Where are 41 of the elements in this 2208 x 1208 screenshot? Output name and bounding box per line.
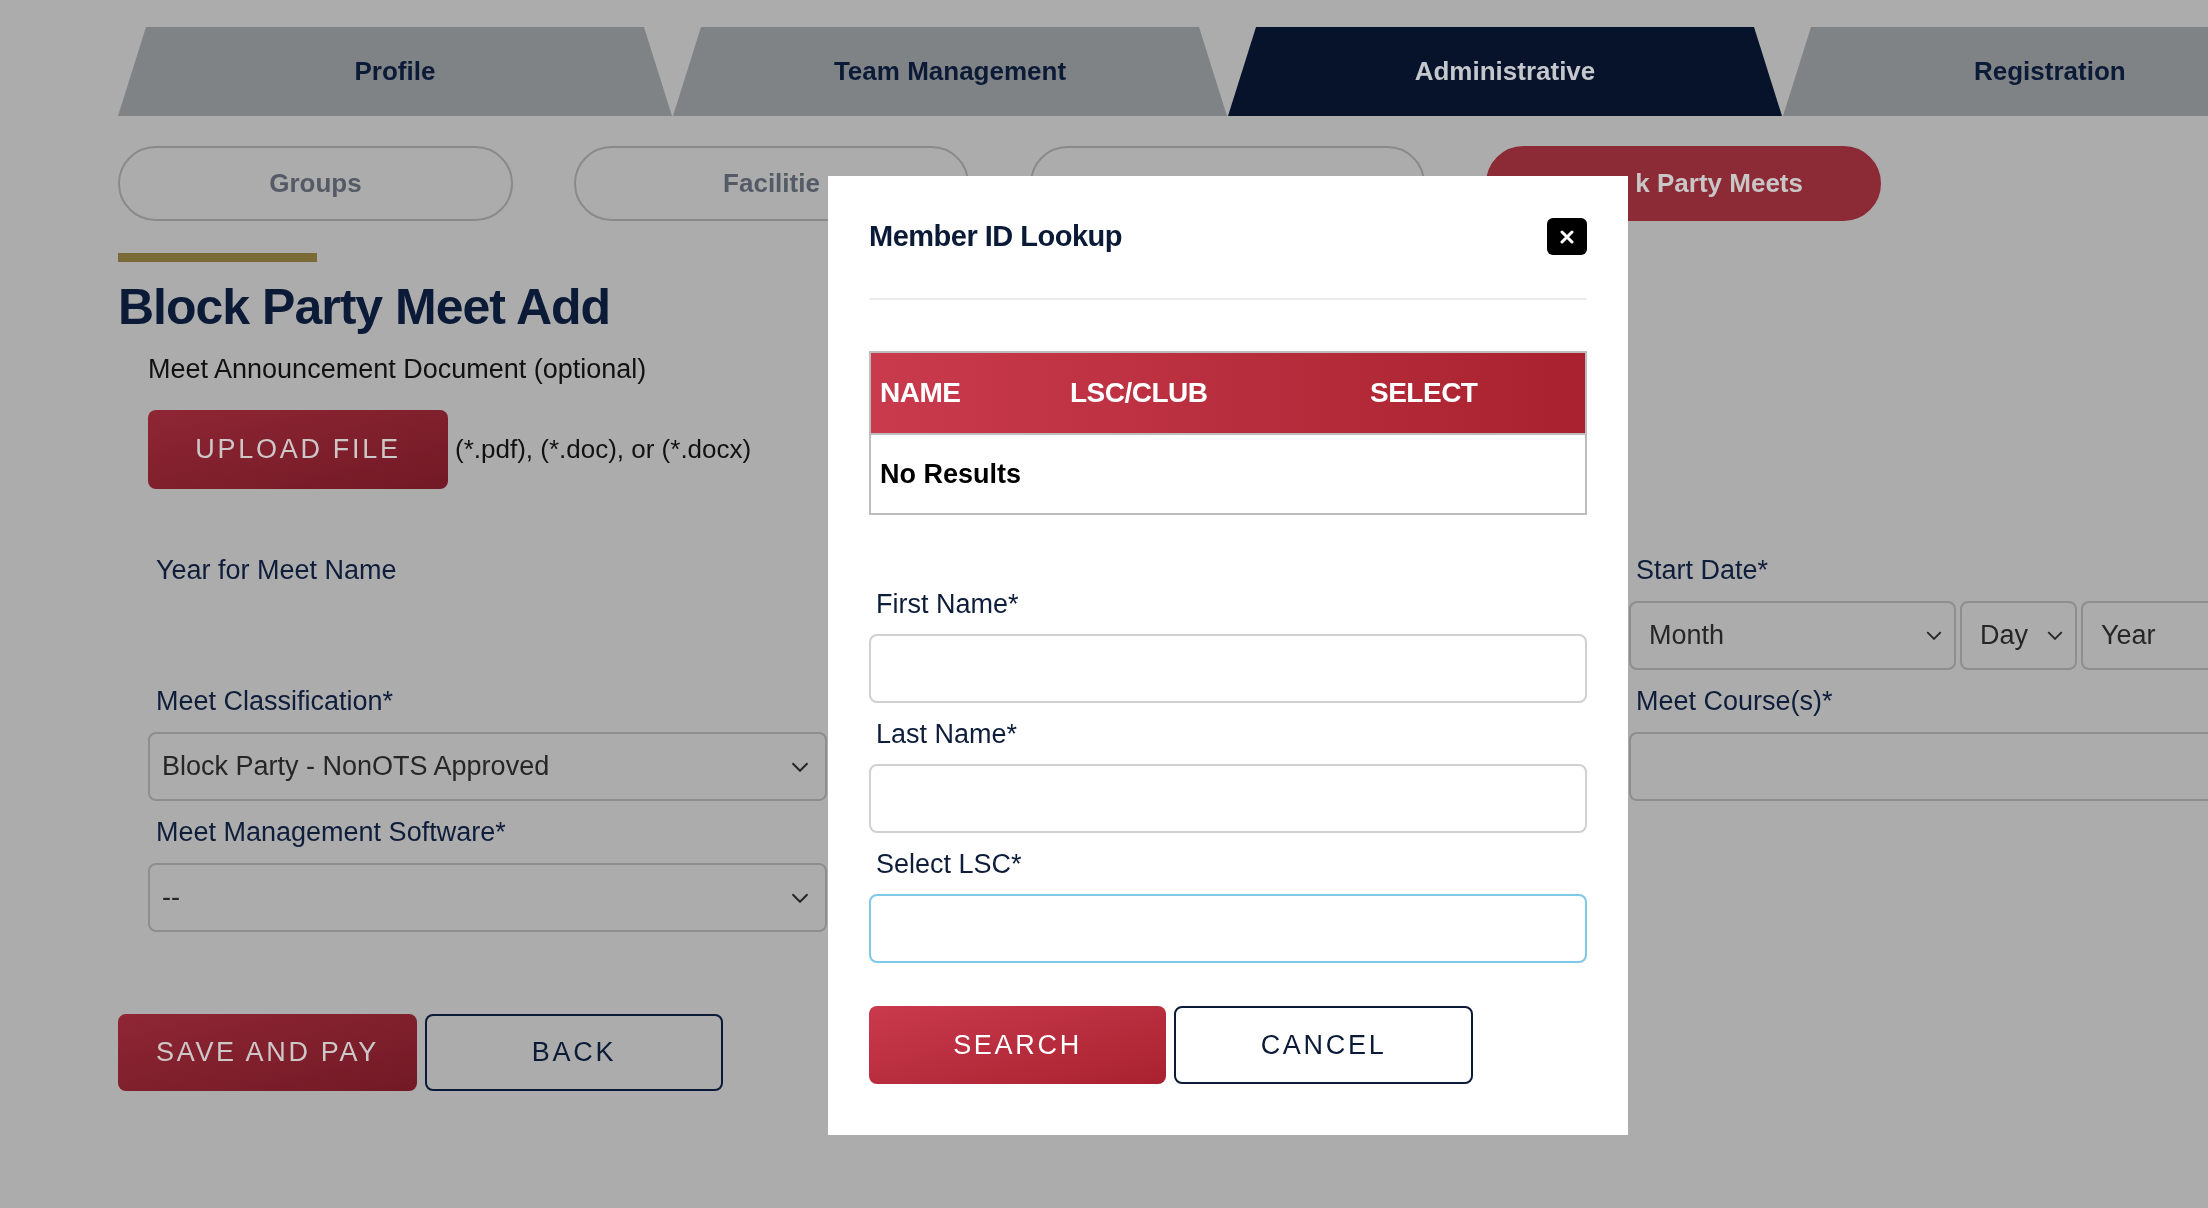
main-tab[interactable]: Administrative bbox=[1228, 27, 1782, 116]
close-button[interactable] bbox=[1547, 218, 1587, 255]
search-button[interactable]: SEARCH bbox=[869, 1006, 1166, 1084]
date-select[interactable]: Year bbox=[2081, 601, 2208, 670]
main-tab[interactable]: Profile bbox=[118, 27, 672, 116]
field-label: Year for Meet Name bbox=[156, 553, 397, 587]
select-field[interactable]: -- bbox=[148, 863, 827, 932]
file-types-hint: (*.pdf), (*.doc), or (*.docx) bbox=[455, 433, 752, 466]
back-button[interactable]: BACK bbox=[425, 1014, 723, 1091]
field-label: Meet Classification* bbox=[156, 684, 394, 718]
column-header: LSC/CLUB bbox=[1070, 377, 1208, 408]
text-input[interactable] bbox=[869, 634, 1587, 703]
chevron-down-icon bbox=[1926, 631, 1942, 640]
date-select[interactable]: Day bbox=[1960, 601, 2077, 670]
cancel-button[interactable]: CANCEL bbox=[1174, 1006, 1473, 1084]
column-header: NAME bbox=[880, 377, 961, 408]
field-label: Start Date* bbox=[1636, 553, 1769, 587]
save-and-pay-button[interactable]: SAVE AND PAY bbox=[118, 1014, 417, 1091]
text-input[interactable] bbox=[869, 764, 1587, 833]
field-label: Select LSC* bbox=[876, 847, 1022, 881]
close-icon bbox=[1560, 229, 1574, 244]
date-select[interactable]: Month bbox=[1629, 601, 1956, 670]
main-tab[interactable]: Team Management bbox=[673, 27, 1227, 116]
select-field[interactable]: Block Party - NonOTS Approved bbox=[148, 732, 827, 801]
chevron-down-icon bbox=[791, 892, 809, 903]
input-field[interactable] bbox=[1629, 732, 2208, 801]
chevron-down-icon bbox=[2047, 631, 2063, 640]
field-label: Meet Course(s)* bbox=[1636, 684, 1833, 718]
main-tab[interactable]: Registration bbox=[1783, 27, 2208, 116]
upload-file-button[interactable]: UPLOAD FILE bbox=[148, 410, 448, 489]
text-input[interactable] bbox=[869, 894, 1587, 963]
field-label: Meet Announcement Document (optional) bbox=[148, 352, 647, 386]
field-label: Meet Management Software* bbox=[156, 815, 506, 849]
page-title: Block Party Meet Add bbox=[118, 278, 611, 337]
subnav-tab[interactable]: Groups bbox=[118, 146, 513, 221]
chevron-down-icon bbox=[791, 761, 809, 772]
modal-title: Member ID Lookup bbox=[869, 218, 1122, 254]
field-label: First Name* bbox=[876, 587, 1019, 621]
column-header: SELECT bbox=[1370, 377, 1478, 408]
empty-message: No Results bbox=[880, 457, 1022, 491]
field-label: Last Name* bbox=[876, 717, 1018, 751]
